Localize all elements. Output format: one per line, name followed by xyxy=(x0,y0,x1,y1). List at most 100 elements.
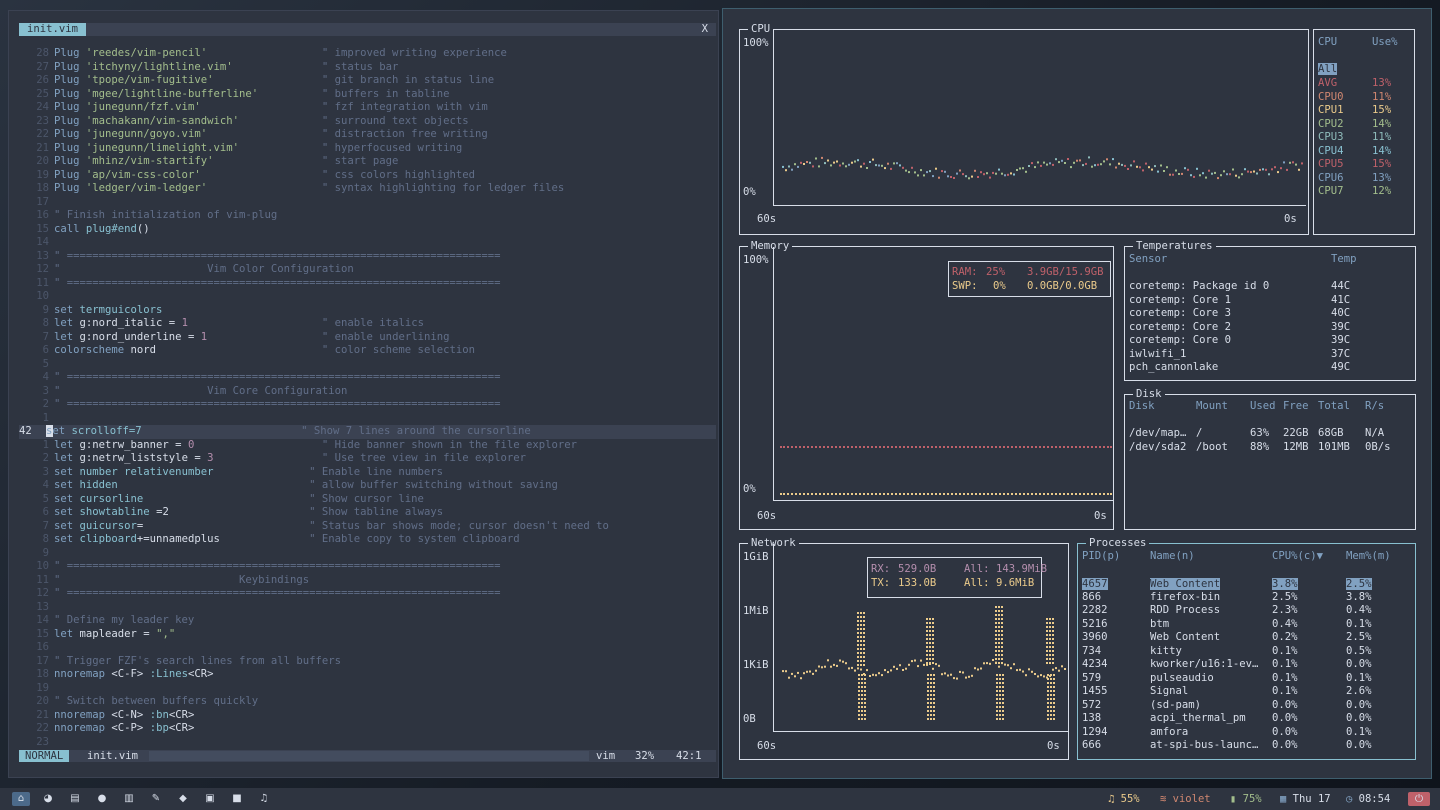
code-line[interactable]: 23 Plug 'machakann/vim-sandwich' " surrou… xyxy=(19,115,716,129)
code-line[interactable]: 13 xyxy=(19,601,716,615)
volume-indicator[interactable]: ♫ 55% xyxy=(1108,792,1140,806)
vim-window[interactable]: init.vim X 28 Plug 'reedes/vim-pencil' " … xyxy=(8,10,719,778)
process-row[interactable]: 1455 Signal 0.1% 2.6% xyxy=(1082,685,1412,699)
code-line[interactable]: 7 set guicursor= " Status bar shows mode;… xyxy=(19,520,716,534)
code-line[interactable]: 18 nnoremap <C-F> :Lines<CR> xyxy=(19,668,716,682)
process-row[interactable]: 1294 amfora 0.0% 0.1% xyxy=(1082,726,1412,740)
disk-row[interactable]: /dev/sda2/boot 88% 12MB 101MB 0B/s xyxy=(1129,441,1413,455)
code-line[interactable]: 15 let mapleader = "," xyxy=(19,628,716,642)
code-line[interactable]: 27 Plug 'itchyny/lightline.vim' " status … xyxy=(19,61,716,75)
code-line[interactable]: 17 " Trigger FZF's search lines from all … xyxy=(19,655,716,669)
cursor-line[interactable]: 42 set scrolloff=7 " Show 7 lines around … xyxy=(19,425,716,439)
process-col-header[interactable]: Name(n) xyxy=(1150,550,1195,564)
home-icon[interactable]: ⌂ xyxy=(12,792,30,806)
bottom-monitor-window[interactable]: CPU 100% 0% 60s 0s CPU Use% All AVG 13% CP… xyxy=(722,8,1432,779)
code-line[interactable]: 22 Plug 'junegunn/goyo.vim' " distraction… xyxy=(19,128,716,142)
vim-buffer[interactable]: 28 Plug 'reedes/vim-pencil' " improved wr… xyxy=(19,47,716,749)
code-line[interactable]: 4 " =====================================… xyxy=(19,371,716,385)
temperature-row[interactable]: coretemp: Core 0 39C xyxy=(1129,334,1409,348)
power-button[interactable]: ⏻ xyxy=(1408,792,1430,806)
cpu-legend-row[interactable]: CPU4 14% xyxy=(1318,145,1414,159)
video-icon[interactable]: ■ xyxy=(228,792,246,806)
code-line[interactable]: 16 xyxy=(19,641,716,655)
disk-col-header[interactable]: Free xyxy=(1283,400,1309,414)
browser-icon[interactable]: ◕ xyxy=(39,792,57,806)
process-row[interactable]: 579 pulseaudio 0.1% 0.1% xyxy=(1082,672,1412,686)
cpu-legend-row[interactable]: AVG 13% xyxy=(1318,77,1414,91)
code-line[interactable]: 8 set clipboard+=unnamedplus " Enable cop… xyxy=(19,533,716,547)
process-row[interactable]: 5216 btm 0.4% 0.1% xyxy=(1082,618,1412,632)
code-line[interactable]: 6 colorscheme nord " color scheme selecti… xyxy=(19,344,716,358)
process-col-header[interactable]: PID(p) xyxy=(1082,550,1120,564)
code-line[interactable]: 3 set number relativenumber " Enable line… xyxy=(19,466,716,480)
git-icon[interactable]: ◆ xyxy=(174,792,192,806)
notes-icon[interactable]: ✎ xyxy=(147,792,165,806)
process-row[interactable]: 572 (sd-pam) 0.0% 0.0% xyxy=(1082,699,1412,713)
cpu-all-selector[interactable]: All xyxy=(1318,63,1338,75)
code-line[interactable]: 17 xyxy=(19,196,716,210)
processes-panel[interactable]: Processes PID(p) Name(n) CPU%(c)▼ Mem%(m) 4… xyxy=(1077,536,1416,760)
code-line[interactable]: 20 " Switch between buffers quickly xyxy=(19,695,716,709)
process-row[interactable]: 866 firefox-bin 2.5% 3.8% xyxy=(1082,591,1412,605)
wifi-indicator[interactable]: ≋ violet xyxy=(1160,792,1211,806)
date-indicator[interactable]: ▦ Thu 17 xyxy=(1280,792,1331,806)
disk-row[interactable]: /dev/map… / 63% 22GB 68GB N/A xyxy=(1129,427,1413,441)
process-row[interactable]: 2282 RDD Process 2.3% 0.4% xyxy=(1082,604,1412,618)
cpu-legend-row[interactable]: CPU7 12% xyxy=(1318,185,1414,199)
disk-col-header[interactable]: Disk xyxy=(1129,400,1155,414)
code-line[interactable]: 19 xyxy=(19,682,716,696)
process-row[interactable]: 4234 kworker/u16:1-ev… 0.1% 0.0% xyxy=(1082,658,1412,672)
code-line[interactable]: 26 Plug 'tpope/vim-fugitive' " git branch… xyxy=(19,74,716,88)
process-row[interactable]: 666 at-spi-bus-launc… 0.0% 0.0% xyxy=(1082,739,1412,753)
process-row[interactable]: 4657 Web Content 3.8% 2.5% xyxy=(1082,577,1412,591)
code-line[interactable]: 1 xyxy=(19,412,716,426)
code-line[interactable]: 21 Plug 'junegunn/limelight.vim' " hyperf… xyxy=(19,142,716,156)
code-line[interactable]: 23 xyxy=(19,736,716,750)
code-line[interactable]: 20 Plug 'mhinz/vim-startify' " start page xyxy=(19,155,716,169)
code-line[interactable]: 9 set termguicolors xyxy=(19,304,716,318)
code-line[interactable]: 24 Plug 'junegunn/fzf.vim' " fzf integrat… xyxy=(19,101,716,115)
code-line[interactable]: 12 " ====================================… xyxy=(19,587,716,601)
temperature-row[interactable]: iwlwifi_1 37C xyxy=(1129,348,1409,362)
code-line[interactable]: 22 nnoremap <C-P> :bp<CR> xyxy=(19,722,716,736)
disk-col-header[interactable]: Used xyxy=(1250,400,1276,414)
code-line[interactable]: 12 " Vim Color Configuration xyxy=(19,263,716,277)
temperature-row[interactable]: pch_cannonlake 49C xyxy=(1129,361,1409,375)
code-line[interactable]: 2 " =====================================… xyxy=(19,398,716,412)
cpu-legend-row[interactable]: CPU6 13% xyxy=(1318,172,1414,186)
cpu-legend-row[interactable]: CPU1 15% xyxy=(1318,104,1414,118)
code-line[interactable]: 5 xyxy=(19,358,716,372)
cpu-legend-row[interactable]: CPU5 15% xyxy=(1318,158,1414,172)
code-line[interactable]: 16 " Finish initialization of vim-plug xyxy=(19,209,716,223)
temperature-row[interactable]: coretemp: Core 1 41C xyxy=(1129,294,1409,308)
code-line[interactable]: 8 let g:nord_italic = 1 " enable italics xyxy=(19,317,716,331)
clock-indicator[interactable]: ◷ 08:54 xyxy=(1346,792,1390,806)
code-line[interactable]: 15 call plug#end() xyxy=(19,223,716,237)
code-line[interactable]: 1 let g:netrw_banner = 0 " Hide banner sh… xyxy=(19,439,716,453)
cpu-legend-row[interactable]: CPU2 14% xyxy=(1318,118,1414,132)
process-row[interactable]: 734 kitty 0.1% 0.5% xyxy=(1082,645,1412,659)
music-icon[interactable]: ♫ xyxy=(255,792,273,806)
code-line[interactable]: 19 Plug 'ap/vim-css-color' " css colors h… xyxy=(19,169,716,183)
code-line[interactable]: 6 set showtabline =2 " Show tabline alway… xyxy=(19,506,716,520)
code-line[interactable]: 3 " Vim Core Configuration xyxy=(19,385,716,399)
process-row[interactable]: 138 acpi_thermal_pm 0.0% 0.0% xyxy=(1082,712,1412,726)
code-line[interactable]: 14 xyxy=(19,236,716,250)
process-col-header[interactable]: Mem%(m) xyxy=(1346,550,1391,564)
code-line[interactable]: 4 set hidden " allow buffer switching wit… xyxy=(19,479,716,493)
reader-icon[interactable]: ▥ xyxy=(120,792,138,806)
code-line[interactable]: 10 " ====================================… xyxy=(19,560,716,574)
disk-col-header[interactable]: Total xyxy=(1318,400,1350,414)
battery-indicator[interactable]: ▮ 75% xyxy=(1230,792,1262,806)
files-icon[interactable]: ▤ xyxy=(66,792,84,806)
code-line[interactable]: 7 let g:nord_underline = 1 " enable under… xyxy=(19,331,716,345)
code-line[interactable]: 10 xyxy=(19,290,716,304)
code-line[interactable]: 9 xyxy=(19,547,716,561)
close-tab-button[interactable]: X xyxy=(702,23,708,36)
windows-icon[interactable]: ▣ xyxy=(201,792,219,806)
disk-col-header[interactable]: Mount xyxy=(1196,400,1228,414)
code-line[interactable]: 18 Plug 'ledger/vim-ledger' " syntax high… xyxy=(19,182,716,196)
code-line[interactable]: 28 Plug 'reedes/vim-pencil' " improved wr… xyxy=(19,47,716,61)
code-line[interactable]: 2 let g:netrw_liststyle = 3 " Use tree vi… xyxy=(19,452,716,466)
code-line[interactable]: 25 Plug 'mgee/lightline-bufferline' " buf… xyxy=(19,88,716,102)
